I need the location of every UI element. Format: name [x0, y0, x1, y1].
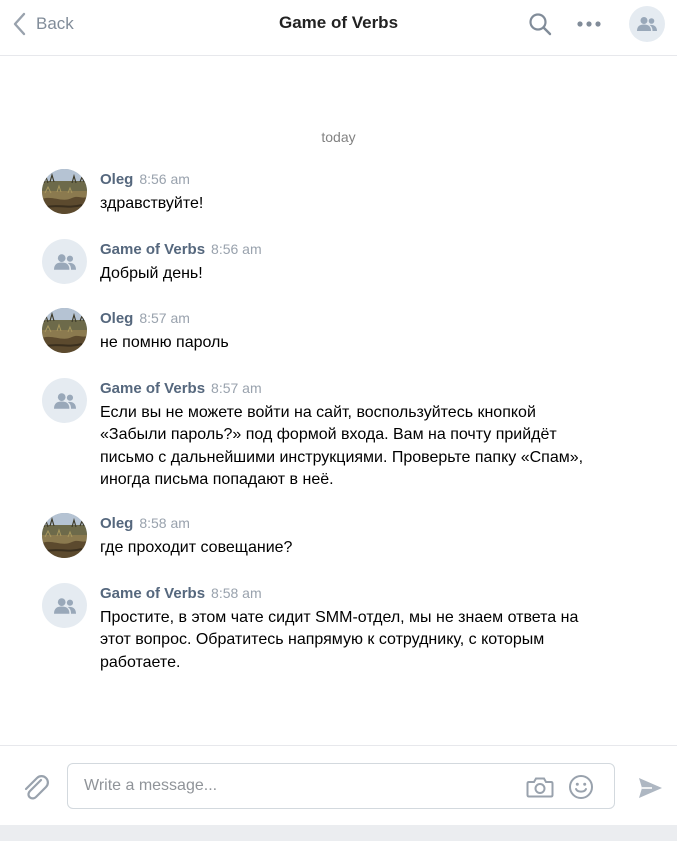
message-author[interactable]: Game of Verbs: [100, 380, 205, 397]
group-avatar-icon: [53, 597, 76, 614]
emoji-icon: [569, 775, 593, 799]
message-header: Oleg 8:56 am: [100, 171, 190, 189]
user-avatar[interactable]: [42, 308, 87, 353]
message-header: Game of Verbs 8:57 am: [100, 380, 262, 398]
user-photo-icon: [42, 513, 87, 558]
message-author[interactable]: Oleg: [100, 515, 133, 532]
bottom-bar: [0, 825, 677, 841]
message-text: Добрый день!: [100, 265, 203, 282]
group-avatar-icon: [637, 17, 657, 31]
date-separator: today: [321, 129, 356, 145]
more-button[interactable]: [575, 10, 603, 38]
group-avatar[interactable]: [42, 583, 87, 628]
search-icon: [529, 13, 552, 36]
chat-avatar-button[interactable]: [629, 6, 665, 42]
group-avatar[interactable]: [42, 378, 87, 423]
message-author[interactable]: Game of Verbs: [100, 585, 205, 602]
message-header: Oleg 8:58 am: [100, 515, 190, 533]
message-time: 8:58 am: [211, 585, 262, 601]
message-time: 8:58 am: [139, 515, 190, 531]
camera-button[interactable]: [526, 774, 554, 800]
message-text: Если вы не можете войти на сайт, восполь…: [100, 404, 584, 488]
back-button[interactable]: Back: [12, 10, 74, 38]
back-label: Back: [36, 14, 74, 33]
message-header: Game of Verbs 8:56 am: [100, 241, 262, 259]
message-text: не помню пароль: [100, 334, 229, 351]
group-avatar-icon: [53, 253, 76, 270]
chevron-left-icon: [13, 12, 26, 36]
message-time: 8:57 am: [139, 310, 190, 326]
send-button[interactable]: [636, 774, 664, 802]
user-avatar[interactable]: [42, 513, 87, 558]
message-author[interactable]: Oleg: [100, 310, 133, 327]
user-photo-icon: [42, 308, 87, 353]
paperclip-icon: [24, 775, 49, 800]
user-avatar[interactable]: [42, 169, 87, 214]
message-header: Oleg 8:57 am: [100, 310, 190, 328]
message-header: Game of Verbs 8:58 am: [100, 585, 262, 603]
emoji-button[interactable]: [568, 774, 596, 800]
message-text: Простите, в этом чате сидит SMM-отдел, м…: [100, 609, 579, 671]
message-author[interactable]: Game of Verbs: [100, 241, 205, 258]
message-composer: [0, 745, 677, 825]
message-time: 8:56 am: [211, 241, 262, 257]
more-icon: [577, 21, 601, 27]
message-input-box: [67, 763, 615, 809]
attach-button[interactable]: [20, 772, 50, 802]
message-text: здравствуйте!: [100, 195, 204, 212]
group-avatar[interactable]: [42, 239, 87, 284]
chat-header: Back Game of Verbs: [0, 0, 677, 56]
camera-icon: [526, 777, 554, 798]
search-button[interactable]: [526, 10, 554, 38]
message-input[interactable]: [84, 764, 504, 808]
message-text: где проходит совещание?: [100, 539, 293, 556]
message-time: 8:56 am: [139, 171, 190, 187]
group-avatar-icon: [53, 392, 76, 409]
user-photo-icon: [42, 169, 87, 214]
message-time: 8:57 am: [211, 380, 262, 396]
message-author[interactable]: Oleg: [100, 171, 133, 188]
send-icon: [639, 778, 662, 798]
